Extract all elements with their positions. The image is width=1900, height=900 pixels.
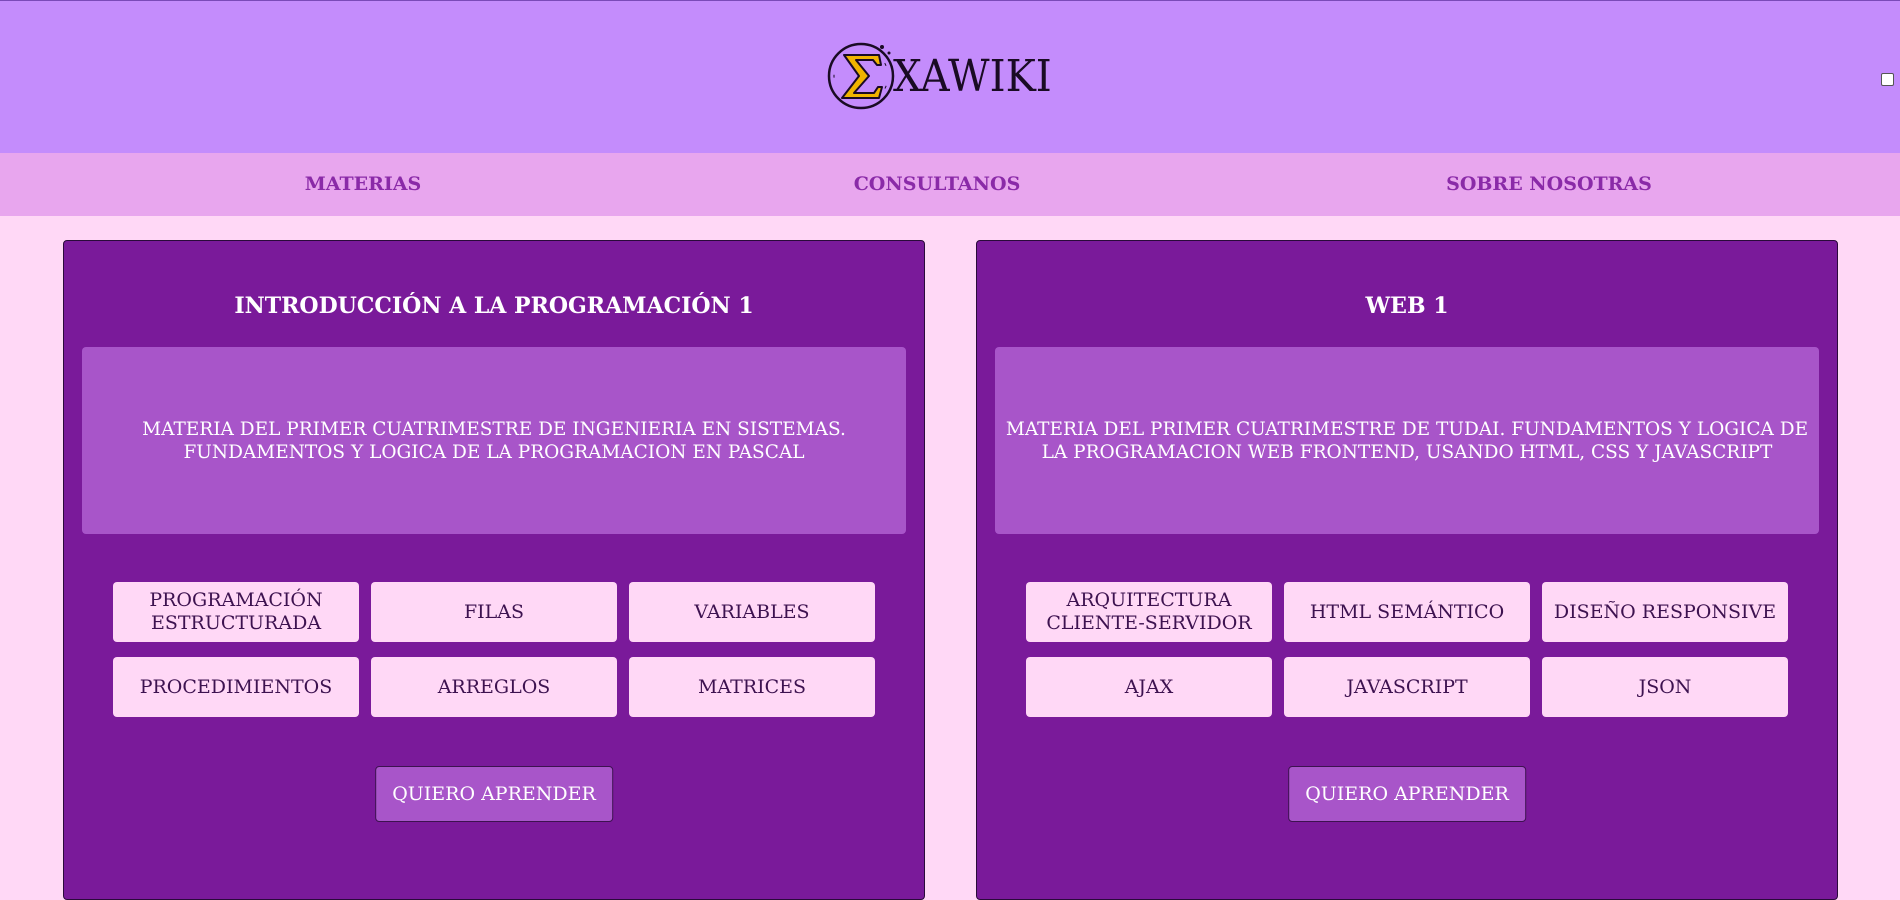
topic-button[interactable]: VARIABLES xyxy=(629,582,875,642)
course-description-text: MATERIA DEL PRIMER CUATRIMESTRE DE TUDAI… xyxy=(1005,418,1809,463)
topic-button[interactable]: PROCEDIMIENTOS xyxy=(113,657,359,717)
topic-button[interactable]: DISEÑO RESPONSIVE xyxy=(1542,582,1788,642)
quiero-aprender-button[interactable]: QUIERO APRENDER xyxy=(1288,766,1526,822)
topic-button[interactable]: PROGRAMACIÓN ESTRUCTURADA xyxy=(113,582,359,642)
course-title: WEB 1 xyxy=(1365,293,1449,319)
course-description: MATERIA DEL PRIMER CUATRIMESTRE DE TUDAI… xyxy=(995,347,1819,534)
topic-button[interactable]: AJAX xyxy=(1026,657,1272,717)
menu-toggle-checkbox[interactable] xyxy=(1881,73,1894,86)
main-nav: MATERIAS CONSULTANOS SOBRE NOSOTRAS xyxy=(0,153,1900,216)
topic-button[interactable]: JAVASCRIPT xyxy=(1284,657,1530,717)
nav-materias[interactable]: MATERIAS xyxy=(305,153,422,216)
topic-button[interactable]: MATRICES xyxy=(629,657,875,717)
course-title: INTRODUCCIÓN A LA PROGRAMACIÓN 1 xyxy=(234,293,754,319)
course-card-web-1: WEB 1 MATERIA DEL PRIMER CUATRIMESTRE DE… xyxy=(976,240,1838,900)
topic-grid: ARQUITECTURA CLIENTE-SERVIDOR HTML SEMÁN… xyxy=(1026,582,1791,717)
logo-wordmark: XAWIKI xyxy=(893,50,1052,102)
quiero-aprender-button[interactable]: QUIERO APRENDER xyxy=(375,766,613,822)
nav-consultanos[interactable]: CONSULTANOS xyxy=(854,153,1021,216)
sigma-circle-logo-icon xyxy=(827,42,895,110)
topic-button[interactable]: HTML SEMÁNTICO xyxy=(1284,582,1530,642)
topic-grid: PROGRAMACIÓN ESTRUCTURADA FILAS VARIABLE… xyxy=(113,582,878,717)
course-card-intro-programacion: INTRODUCCIÓN A LA PROGRAMACIÓN 1 MATERIA… xyxy=(63,240,925,900)
topic-button[interactable]: JSON xyxy=(1542,657,1788,717)
nav-sobre-nosotras[interactable]: SOBRE NOSOTRAS xyxy=(1446,153,1652,216)
course-description-text: MATERIA DEL PRIMER CUATRIMESTRE DE INGEN… xyxy=(142,418,846,463)
topic-button[interactable]: ARREGLOS xyxy=(371,657,617,717)
course-description: MATERIA DEL PRIMER CUATRIMESTRE DE INGEN… xyxy=(82,347,906,534)
site-header: XAWIKI xyxy=(0,0,1900,153)
topic-button[interactable]: FILAS xyxy=(371,582,617,642)
site-logo[interactable]: XAWIKI xyxy=(827,39,1066,113)
topic-button[interactable]: ARQUITECTURA CLIENTE-SERVIDOR xyxy=(1026,582,1272,642)
